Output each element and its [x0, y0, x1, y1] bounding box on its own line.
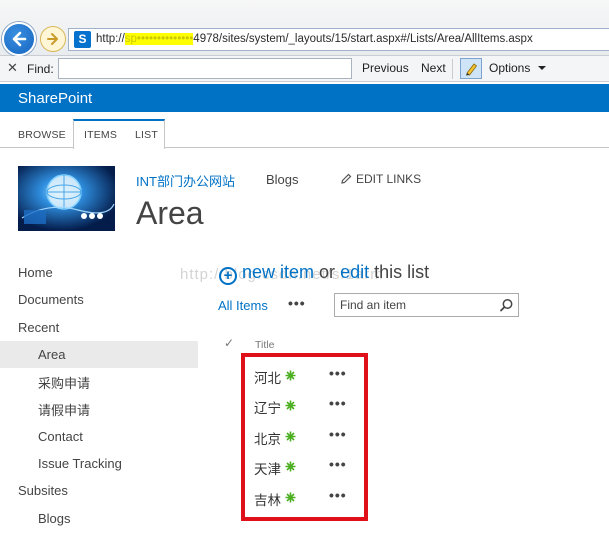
url-text: http://sp••••••••••••••4978/sites/system… — [96, 33, 533, 45]
arrow-left-icon — [12, 31, 27, 47]
view-menu-ellipsis-button[interactable]: ••• — [288, 295, 306, 311]
edit-links-label: EDIT LINKS — [356, 172, 422, 186]
ribbon-tabs: BROWSE ITEMS LIST — [0, 112, 609, 149]
nav-item-home[interactable]: Home — [18, 265, 53, 280]
site-logo[interactable] — [18, 166, 115, 231]
edit-list-link[interactable]: edit — [340, 262, 369, 282]
find-options-button[interactable]: Options — [489, 61, 530, 75]
select-all-check-icon[interactable]: ✓ — [224, 336, 234, 350]
nav-item-blogs[interactable]: Blogs — [38, 511, 71, 526]
new-item-bar: + new item or edit this list — [219, 262, 429, 285]
tab-items[interactable]: ITEMS — [84, 129, 117, 141]
browser-address-bar: S http://sp••••••••••••••4978/sites/syst… — [0, 0, 609, 56]
new-item-link[interactable]: new item — [242, 262, 314, 282]
forward-button[interactable] — [40, 26, 66, 52]
chevron-down-icon[interactable] — [538, 66, 546, 70]
tab-browse[interactable]: BROWSE — [18, 129, 66, 141]
find-separator — [452, 59, 453, 79]
or-text: or — [319, 262, 336, 282]
arrow-right-icon — [47, 33, 58, 45]
highlight-matches-button[interactable] — [460, 58, 482, 79]
highlighter-pen-icon — [466, 63, 478, 76]
globe-logo-icon — [18, 166, 115, 231]
url-path: 4978/sites/system/_layouts/15/start.aspx… — [193, 33, 533, 45]
annotation-highlight-box — [241, 353, 368, 521]
add-circle-icon[interactable]: + — [219, 267, 237, 285]
search-input[interactable] — [340, 297, 495, 313]
search-icon[interactable] — [499, 298, 514, 313]
tab-list[interactable]: LIST — [135, 129, 158, 141]
page-title: Area — [136, 195, 204, 231]
url-prefix: http:// — [96, 33, 125, 45]
find-next-button[interactable]: Next — [421, 61, 446, 75]
nav-item-leave-request[interactable]: 请假申请 — [38, 400, 90, 419]
nav-item-recent[interactable]: Recent — [18, 320, 59, 335]
sharepoint-suite-bar: SharePoint — [0, 84, 609, 112]
find-input[interactable] — [58, 58, 352, 79]
url-host-redacted: sp•••••••••••••• — [124, 33, 194, 45]
back-button[interactable] — [2, 22, 36, 56]
screenshot-root: S http://sp••••••••••••••4978/sites/syst… — [0, 0, 609, 536]
find-label: Find: — [27, 62, 54, 76]
nav-item-subsites[interactable]: Subsites — [18, 483, 68, 498]
url-field[interactable]: S http://sp••••••••••••••4978/sites/syst… — [68, 28, 609, 51]
find-previous-button[interactable]: Previous — [362, 61, 409, 75]
nav-item-area[interactable]: Area — [38, 347, 65, 362]
nav-selected-highlight — [0, 341, 198, 368]
view-all-items-link[interactable]: All Items — [218, 298, 268, 313]
pencil-icon — [341, 173, 352, 184]
column-header-title[interactable]: Title — [255, 339, 274, 351]
top-nav-blogs-link[interactable]: Blogs — [266, 172, 299, 187]
nav-item-contact[interactable]: Contact — [38, 429, 83, 444]
nav-item-documents[interactable]: Documents — [18, 292, 84, 307]
sharepoint-favicon-icon: S — [74, 31, 91, 48]
this-list-text: this list — [374, 262, 430, 282]
search-box — [334, 293, 519, 317]
nav-item-issue-tracking[interactable]: Issue Tracking — [38, 456, 122, 471]
nav-item-purchase-request[interactable]: 采购申请 — [38, 373, 90, 392]
edit-links-button[interactable]: EDIT LINKS — [340, 172, 421, 186]
close-icon[interactable]: ✕ — [7, 60, 18, 76]
sharepoint-brand[interactable]: SharePoint — [18, 90, 92, 107]
site-title-link[interactable]: INT部门办公网站 — [136, 171, 235, 190]
find-bar: ✕ Find: Previous Next Options — [0, 56, 609, 82]
